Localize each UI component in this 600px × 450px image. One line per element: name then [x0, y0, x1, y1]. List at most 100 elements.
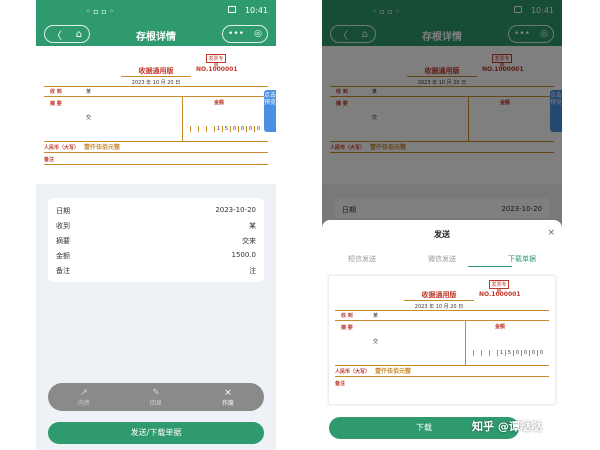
receipt-rule: [335, 376, 549, 377]
receipt-number: NO.1000001: [479, 291, 521, 298]
digit-cell: [489, 350, 497, 356]
digit-cell: 0: [238, 126, 246, 132]
info-value: 注: [249, 267, 256, 275]
digit-cell: 0: [529, 350, 537, 356]
info-value: 某: [249, 222, 256, 230]
info-row-date: 日期 2023-10-20: [56, 206, 256, 216]
digit-cell: [473, 350, 481, 356]
miniapp-capsule: ••• ◎: [222, 25, 268, 43]
info-row-note: 备注 注: [56, 266, 256, 276]
receipt-summary-label: 摘 要: [50, 101, 62, 107]
receipt-summary-value: 交: [373, 339, 379, 345]
info-label: 摘要: [56, 237, 70, 245]
digit-cell: [182, 126, 190, 132]
info-label: 金额: [56, 252, 70, 260]
digit-cell: [190, 126, 198, 132]
receipt-image: 收据通用版 2023 年 10 月 20 日 发票专用 NO.1000001 收…: [36, 46, 276, 184]
tool-label: 回显: [149, 399, 162, 407]
tab-wechat[interactable]: 微信发送: [428, 254, 456, 266]
info-row-amount: 金额 1500.0: [56, 251, 256, 261]
receipt-title: 收据通用版: [421, 291, 457, 299]
tool-label: 内传: [77, 399, 90, 407]
receipt-number: NO.1000001: [196, 66, 238, 73]
receipt-rule: [44, 96, 268, 97]
receipt-amount-label: 金额: [495, 324, 506, 330]
action-toolbar: ↗ 内传 ✎ 回显 ⨯ 作废: [48, 383, 264, 411]
share-icon: ↗: [80, 387, 88, 398]
forward-button[interactable]: ↗ 内传: [64, 388, 104, 407]
echo-button[interactable]: ✎ 回显: [136, 388, 176, 407]
receipt-stamp: 发票专用: [489, 280, 509, 295]
receipt-date: 2023 年 10 月 20 日: [414, 304, 464, 310]
info-value: 2023-10-20: [215, 206, 256, 214]
info-value: 交来: [242, 237, 256, 245]
battery-icon: [228, 6, 236, 13]
info-row-receive: 收到 某: [56, 221, 256, 231]
void-icon: ⨯: [224, 387, 232, 398]
digit-cell: 5: [505, 350, 513, 356]
tab-download[interactable]: 下载单据: [508, 254, 536, 266]
receipt-note-label: 备注: [44, 157, 55, 163]
receipt-amount-label: 金额: [214, 100, 225, 106]
digit-cell: [206, 126, 214, 132]
receipt-preview: 收据通用版 2023 年 10 月 20 日 发票专用 NO.1000001 收…: [329, 276, 555, 404]
status-system-icons: ◦ ▫ ▫ ◦: [86, 7, 114, 16]
info-value: 1500.0: [231, 251, 257, 259]
edit-icon: ✎: [152, 387, 160, 398]
navigation-bar: 〈 ⌂ 存根详情 ••• ◎: [36, 22, 276, 46]
more-icon[interactable]: •••: [228, 29, 244, 39]
receipt-receive-label: 收 到: [341, 313, 353, 319]
send-sheet: 发送 × 短信发送 微信发送 下载单据 收据通用版 2023 年 10 月 20…: [322, 220, 562, 450]
send-download-button[interactable]: 发送/下载单据: [48, 422, 264, 444]
tab-sms[interactable]: 短信发送: [348, 254, 376, 266]
status-bar: ◦ ▫ ▫ ◦ 10:41: [36, 0, 276, 22]
digit-cell: 1: [497, 350, 505, 356]
watermark: 知乎 @谭哒哒: [472, 420, 542, 433]
digit-cell: [465, 350, 473, 356]
receipt-rmb-value: 壹仟伍佰元整: [84, 144, 121, 151]
receipt-rule: [44, 152, 268, 153]
phone-right: ◦ ▫ ▫ ◦ 10:41 〈 ⌂ 存根详情 ••• ◎ 收据通用版 2023 …: [322, 0, 562, 450]
receipt-summary-value: 交: [86, 115, 92, 121]
receipt-rule: [465, 320, 466, 365]
active-tab-indicator: [468, 266, 512, 267]
receipt-rmb-label: 人民币（大写）: [335, 369, 371, 375]
receipt-rule: [335, 310, 549, 311]
receipt-rule: [335, 365, 549, 366]
receipt-receive-value: 某: [373, 313, 379, 319]
tool-label: 作废: [221, 399, 234, 407]
digit-cell: 0: [537, 350, 545, 356]
receipt-rule: [335, 320, 549, 321]
status-time: 10:41: [244, 6, 268, 15]
digit-cell: [481, 350, 489, 356]
receipt-title: 收据通用版: [138, 67, 174, 75]
info-row-summary: 摘要 交来: [56, 236, 256, 246]
receipt-stamp: 发票专用: [206, 54, 226, 69]
receipt-summary-label: 摘 要: [341, 325, 353, 331]
receipt-note-label: 备注: [335, 381, 346, 387]
receipt-rule: [44, 141, 268, 142]
preview-side-tab[interactable]: 点击预览: [264, 90, 276, 132]
receipt-title-underline: [404, 300, 474, 301]
receipt-rule: [44, 164, 268, 165]
info-card: 日期 2023-10-20 收到 某 摘要 交来 金额 1500.0 备注 注: [48, 198, 264, 282]
receipt-rule: [182, 96, 183, 141]
void-button[interactable]: ⨯ 作废: [208, 388, 248, 407]
close-target-icon[interactable]: ◎: [254, 29, 262, 39]
digit-cell: 1: [214, 126, 222, 132]
receipt-receive-value: 某: [86, 89, 92, 95]
digit-cell: 0: [230, 126, 238, 132]
digit-cell: 5: [222, 126, 230, 132]
receipt-date: 2023 年 10 月 20 日: [131, 80, 181, 86]
close-icon[interactable]: ×: [547, 228, 555, 238]
digit-cell: 0: [254, 126, 262, 132]
receipt-rule: [44, 86, 268, 87]
sheet-tabs: 短信发送 微信发送 下载单据: [322, 254, 562, 266]
phone-left: ◦ ▫ ▫ ◦ 10:41 〈 ⌂ 存根详情 ••• ◎ 收据通用版 2023 …: [36, 0, 276, 450]
receipt-rmb-value: 壹仟伍佰元整: [375, 368, 412, 375]
receipt-title-underline: [121, 76, 191, 77]
info-label: 备注: [56, 267, 70, 275]
sheet-title: 发送: [434, 230, 450, 239]
digit-cell: 0: [246, 126, 254, 132]
info-label: 日期: [56, 207, 70, 215]
